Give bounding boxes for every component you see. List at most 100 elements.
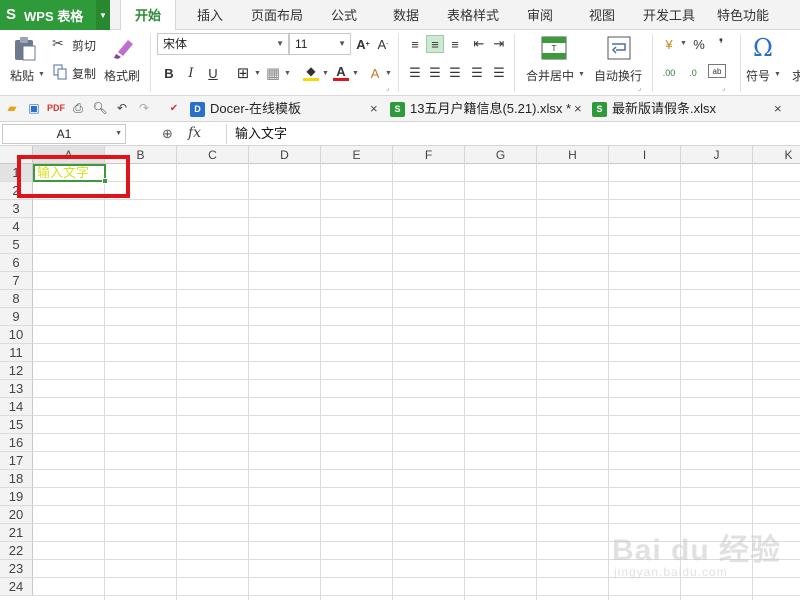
row-header-10[interactable]: 10	[0, 326, 33, 344]
row-header-23[interactable]: 23	[0, 560, 33, 578]
row-header-3[interactable]: 3	[0, 200, 33, 218]
decrease-decimal-icon[interactable]: .0	[684, 64, 702, 82]
italic-icon[interactable]: I	[182, 64, 200, 82]
tab-review[interactable]: 审阅	[518, 0, 562, 30]
format-painter-button[interactable]: 格式刷	[104, 34, 144, 92]
align-top-icon[interactable]: ≡	[406, 35, 424, 53]
row-header-9[interactable]: 9	[0, 308, 33, 326]
decrease-font-size-icon[interactable]: A-	[374, 35, 392, 53]
number-dialog-launcher-icon[interactable]: ⌟	[722, 84, 725, 92]
font-color-dropdown-icon[interactable]: ▼	[352, 70, 359, 77]
tab-table-style[interactable]: 表格样式	[440, 0, 506, 30]
tab-insert[interactable]: 插入	[185, 0, 235, 30]
row-header-18[interactable]: 18	[0, 470, 33, 488]
row-header-4[interactable]: 4	[0, 218, 33, 236]
merge-dropdown-icon[interactable]: ▼	[578, 71, 585, 78]
align-left-icon[interactable]: ☰	[406, 64, 424, 82]
currency-icon[interactable]: ¥	[660, 35, 678, 53]
increase-indent-icon[interactable]: ⇥	[490, 35, 508, 53]
clear-format-icon[interactable]: A	[366, 64, 384, 82]
row-header-19[interactable]: 19	[0, 488, 33, 506]
increase-decimal-icon[interactable]: .00	[660, 64, 678, 82]
cut-button[interactable]: ✂ 剪切	[52, 35, 100, 54]
clear-format-dropdown-icon[interactable]: ▼	[385, 70, 392, 77]
distributed-align-icon[interactable]: ☰	[490, 64, 508, 82]
tab-leave-request-xlsx[interactable]: S 最新版请假条.xlsx ×	[590, 98, 790, 122]
tab-home[interactable]: 开始	[120, 0, 176, 31]
undo-icon[interactable]: ↶	[114, 100, 130, 116]
column-header-c[interactable]: C	[177, 146, 249, 164]
row-header-13[interactable]: 13	[0, 380, 33, 398]
column-header-h[interactable]: H	[537, 146, 609, 164]
font-name-select[interactable]: 宋体 ▼	[157, 33, 289, 55]
align-middle-icon[interactable]: ≡	[426, 35, 444, 53]
alignment-dialog-launcher-icon[interactable]: ⌟	[638, 84, 641, 92]
cell-style-dropdown-icon[interactable]: ▼	[284, 70, 291, 77]
tab-household-info-xlsx[interactable]: S 13五月户籍信息(5.21).xlsx * ×	[388, 98, 588, 122]
decrease-indent-icon[interactable]: ⇤	[470, 35, 488, 53]
row-header-7[interactable]: 7	[0, 272, 33, 290]
font-dialog-launcher-icon[interactable]: ⌟	[386, 84, 389, 92]
align-bottom-icon[interactable]: ≡	[446, 35, 464, 53]
zoom-formula-icon[interactable]: ⊕	[162, 126, 173, 142]
column-header-f[interactable]: F	[393, 146, 465, 164]
row-header-5[interactable]: 5	[0, 236, 33, 254]
row-header-17[interactable]: 17	[0, 452, 33, 470]
tab-special-features[interactable]: 特色功能	[710, 0, 776, 30]
borders-icon[interactable]: ⊞	[234, 64, 252, 82]
symbol-dropdown-icon[interactable]: ▼	[774, 71, 781, 78]
percent-icon[interactable]: %	[690, 35, 708, 53]
column-header-e[interactable]: E	[321, 146, 393, 164]
column-header-g[interactable]: G	[465, 146, 537, 164]
tab-data[interactable]: 数据	[384, 0, 428, 30]
column-header-j[interactable]: J	[681, 146, 753, 164]
thousands-separator-icon[interactable]: ❜	[712, 35, 730, 53]
app-menu-dropdown-icon[interactable]: ▼	[96, 0, 110, 30]
open-folder-icon[interactable]: ▰	[4, 100, 20, 116]
fill-color-icon[interactable]: ◆	[302, 62, 320, 81]
cell-style-icon[interactable]: ▦	[264, 64, 282, 82]
close-icon[interactable]: ×	[574, 98, 582, 120]
paste-button[interactable]: 粘贴 ▼	[8, 34, 45, 92]
row-header-12[interactable]: 12	[0, 362, 33, 380]
tab-developer[interactable]: 开发工具	[636, 0, 702, 30]
row-header-21[interactable]: 21	[0, 524, 33, 542]
export-pdf-icon[interactable]: PDF	[47, 100, 65, 116]
underline-icon[interactable]: U	[204, 64, 222, 82]
copy-button[interactable]: 复制	[52, 64, 100, 82]
borders-dropdown-icon[interactable]: ▼	[254, 70, 261, 77]
print-preview-icon[interactable]: 🔍︎	[92, 100, 108, 116]
sum-label-partial[interactable]: 求	[792, 67, 800, 84]
wps-app-button[interactable]: S WPS 表格	[0, 0, 96, 30]
tab-page-layout[interactable]: 页面布局	[244, 0, 310, 30]
close-icon[interactable]: ×	[370, 98, 378, 120]
row-header-20[interactable]: 20	[0, 506, 33, 524]
row-header-11[interactable]: 11	[0, 344, 33, 362]
row-header-24[interactable]: 24	[0, 578, 33, 596]
row-header-14[interactable]: 14	[0, 398, 33, 416]
row-header-8[interactable]: 8	[0, 290, 33, 308]
symbol-button[interactable]: Ω 符号 ▼	[744, 34, 788, 92]
bold-icon[interactable]: B	[160, 64, 178, 82]
name-box[interactable]: A1 ▼	[2, 124, 126, 144]
row-header-16[interactable]: 16	[0, 434, 33, 452]
formula-input[interactable]: 输入文字	[226, 124, 800, 144]
row-header-22[interactable]: 22	[0, 542, 33, 560]
number-format-icon[interactable]: ab	[708, 64, 726, 78]
align-center-icon[interactable]: ☰	[426, 64, 444, 82]
save-icon[interactable]: ▣	[26, 100, 42, 116]
row-header-6[interactable]: 6	[0, 254, 33, 272]
customize-toolbar-icon[interactable]: ✔	[166, 100, 182, 116]
insert-function-icon[interactable]: fx	[188, 125, 201, 141]
justify-icon[interactable]: ☰	[468, 64, 486, 82]
column-header-d[interactable]: D	[249, 146, 321, 164]
column-header-i[interactable]: I	[609, 146, 681, 164]
currency-dropdown-icon[interactable]: ▼	[680, 40, 687, 47]
merge-center-button[interactable]: T 合并居中 ▼	[522, 34, 588, 92]
tab-docer-templates[interactable]: D Docer-在线模板 ×	[188, 98, 388, 122]
increase-font-size-icon[interactable]: A +	[354, 35, 372, 53]
close-icon[interactable]: ×	[774, 98, 782, 120]
row-header-15[interactable]: 15	[0, 416, 33, 434]
fill-color-dropdown-icon[interactable]: ▼	[322, 70, 329, 77]
font-color-icon[interactable]: A	[332, 62, 350, 81]
